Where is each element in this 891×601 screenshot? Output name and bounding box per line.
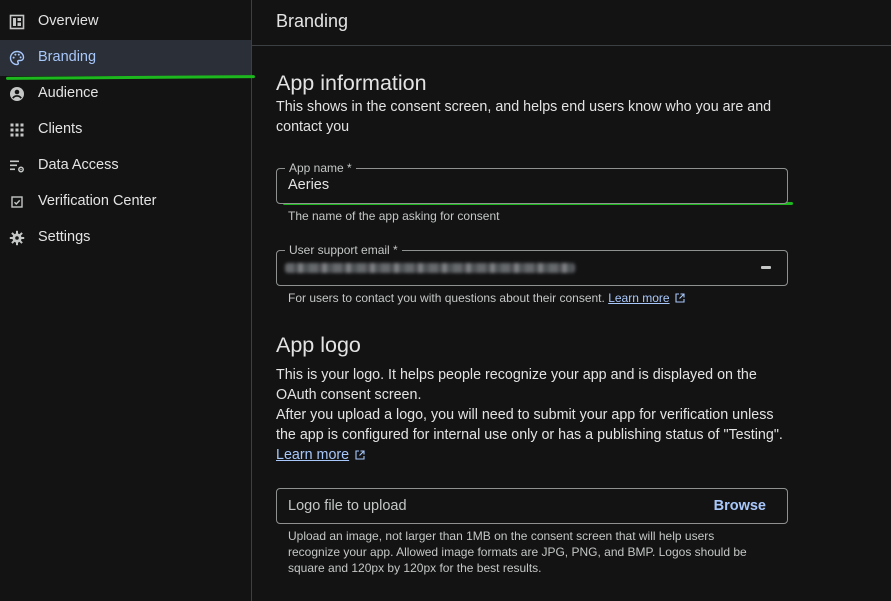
sidebar-item-label: Audience (38, 85, 99, 101)
sidebar-item-label: Data Access (38, 157, 119, 173)
user-support-email-label: User support email * (285, 243, 402, 257)
sidebar-item-audience[interactable]: Audience (0, 76, 251, 112)
page-header: Branding (252, 0, 891, 46)
section-heading-app-information: App information (276, 71, 427, 95)
app-logo-description-1: This is your logo. It helps people recog… (276, 367, 757, 403)
dropdown-indicator-icon[interactable] (761, 266, 771, 269)
open-in-new-icon (675, 293, 685, 303)
dashboard-icon (9, 14, 25, 30)
sidebar-item-label: Clients (38, 121, 83, 137)
app-name-input[interactable] (288, 177, 758, 193)
logo-upload-hint-3: square and 120px by 120px for the best r… (288, 561, 542, 575)
account-circle-icon (10, 87, 24, 101)
sidebar-item-overview[interactable]: Overview (0, 4, 251, 40)
sidebar-item-settings[interactable]: Settings (0, 220, 251, 256)
sidebar-item-label: Overview (38, 13, 99, 29)
app-information-description: This shows in the consent screen, and he… (276, 99, 772, 135)
logo-upload-hint-2: recognize your app. Allowed image format… (288, 545, 747, 559)
app-name-label: App name * (285, 161, 356, 175)
learn-more-link[interactable]: Learn more (608, 291, 669, 305)
logo-upload-hint-1: Upload an image, not larger than 1MB on … (288, 529, 715, 543)
sidebar-item-clients[interactable]: Clients (0, 112, 251, 148)
logo-upload-field[interactable]: Logo file to upload Browse (276, 488, 788, 524)
open-in-new-icon (355, 450, 365, 460)
section-heading-app-logo: App logo (276, 333, 361, 357)
sidebar-item-branding[interactable]: Branding (0, 40, 251, 76)
logo-upload-placeholder: Logo file to upload (288, 498, 407, 514)
verified-checkbox-icon (11, 196, 23, 208)
data-settings-icon (10, 160, 24, 173)
apps-grid-icon (10, 123, 24, 137)
user-support-email-hint-text: For users to contact you with questions … (288, 291, 605, 305)
palette-icon (9, 50, 25, 66)
redacted-email-value (285, 263, 575, 273)
user-support-email-hint: For users to contact you with questions … (288, 290, 685, 306)
user-support-email-field[interactable]: User support email * (276, 243, 788, 286)
sidebar-item-verification-center[interactable]: Verification Center (0, 184, 251, 220)
sidebar-item-label: Settings (38, 229, 91, 245)
learn-more-link[interactable]: Learn more (276, 447, 349, 463)
gear-icon (9, 230, 25, 246)
app-logo-description-2: After you upload a logo, you will need t… (276, 407, 783, 443)
page-title: Branding (276, 11, 349, 31)
app-logo-learn-more: Learn more (276, 445, 796, 465)
browse-button[interactable]: Browse (714, 498, 766, 514)
sidebar-item-label: Branding (38, 49, 97, 65)
sidebar-item-label: Verification Center (38, 193, 157, 209)
sidebar-item-data-access[interactable]: Data Access (0, 148, 251, 184)
app-name-field[interactable]: App name * (276, 161, 788, 204)
sidebar: Overview Branding Audience Clients Data … (0, 0, 252, 601)
app-name-hint: The name of the app asking for consent (288, 209, 500, 223)
